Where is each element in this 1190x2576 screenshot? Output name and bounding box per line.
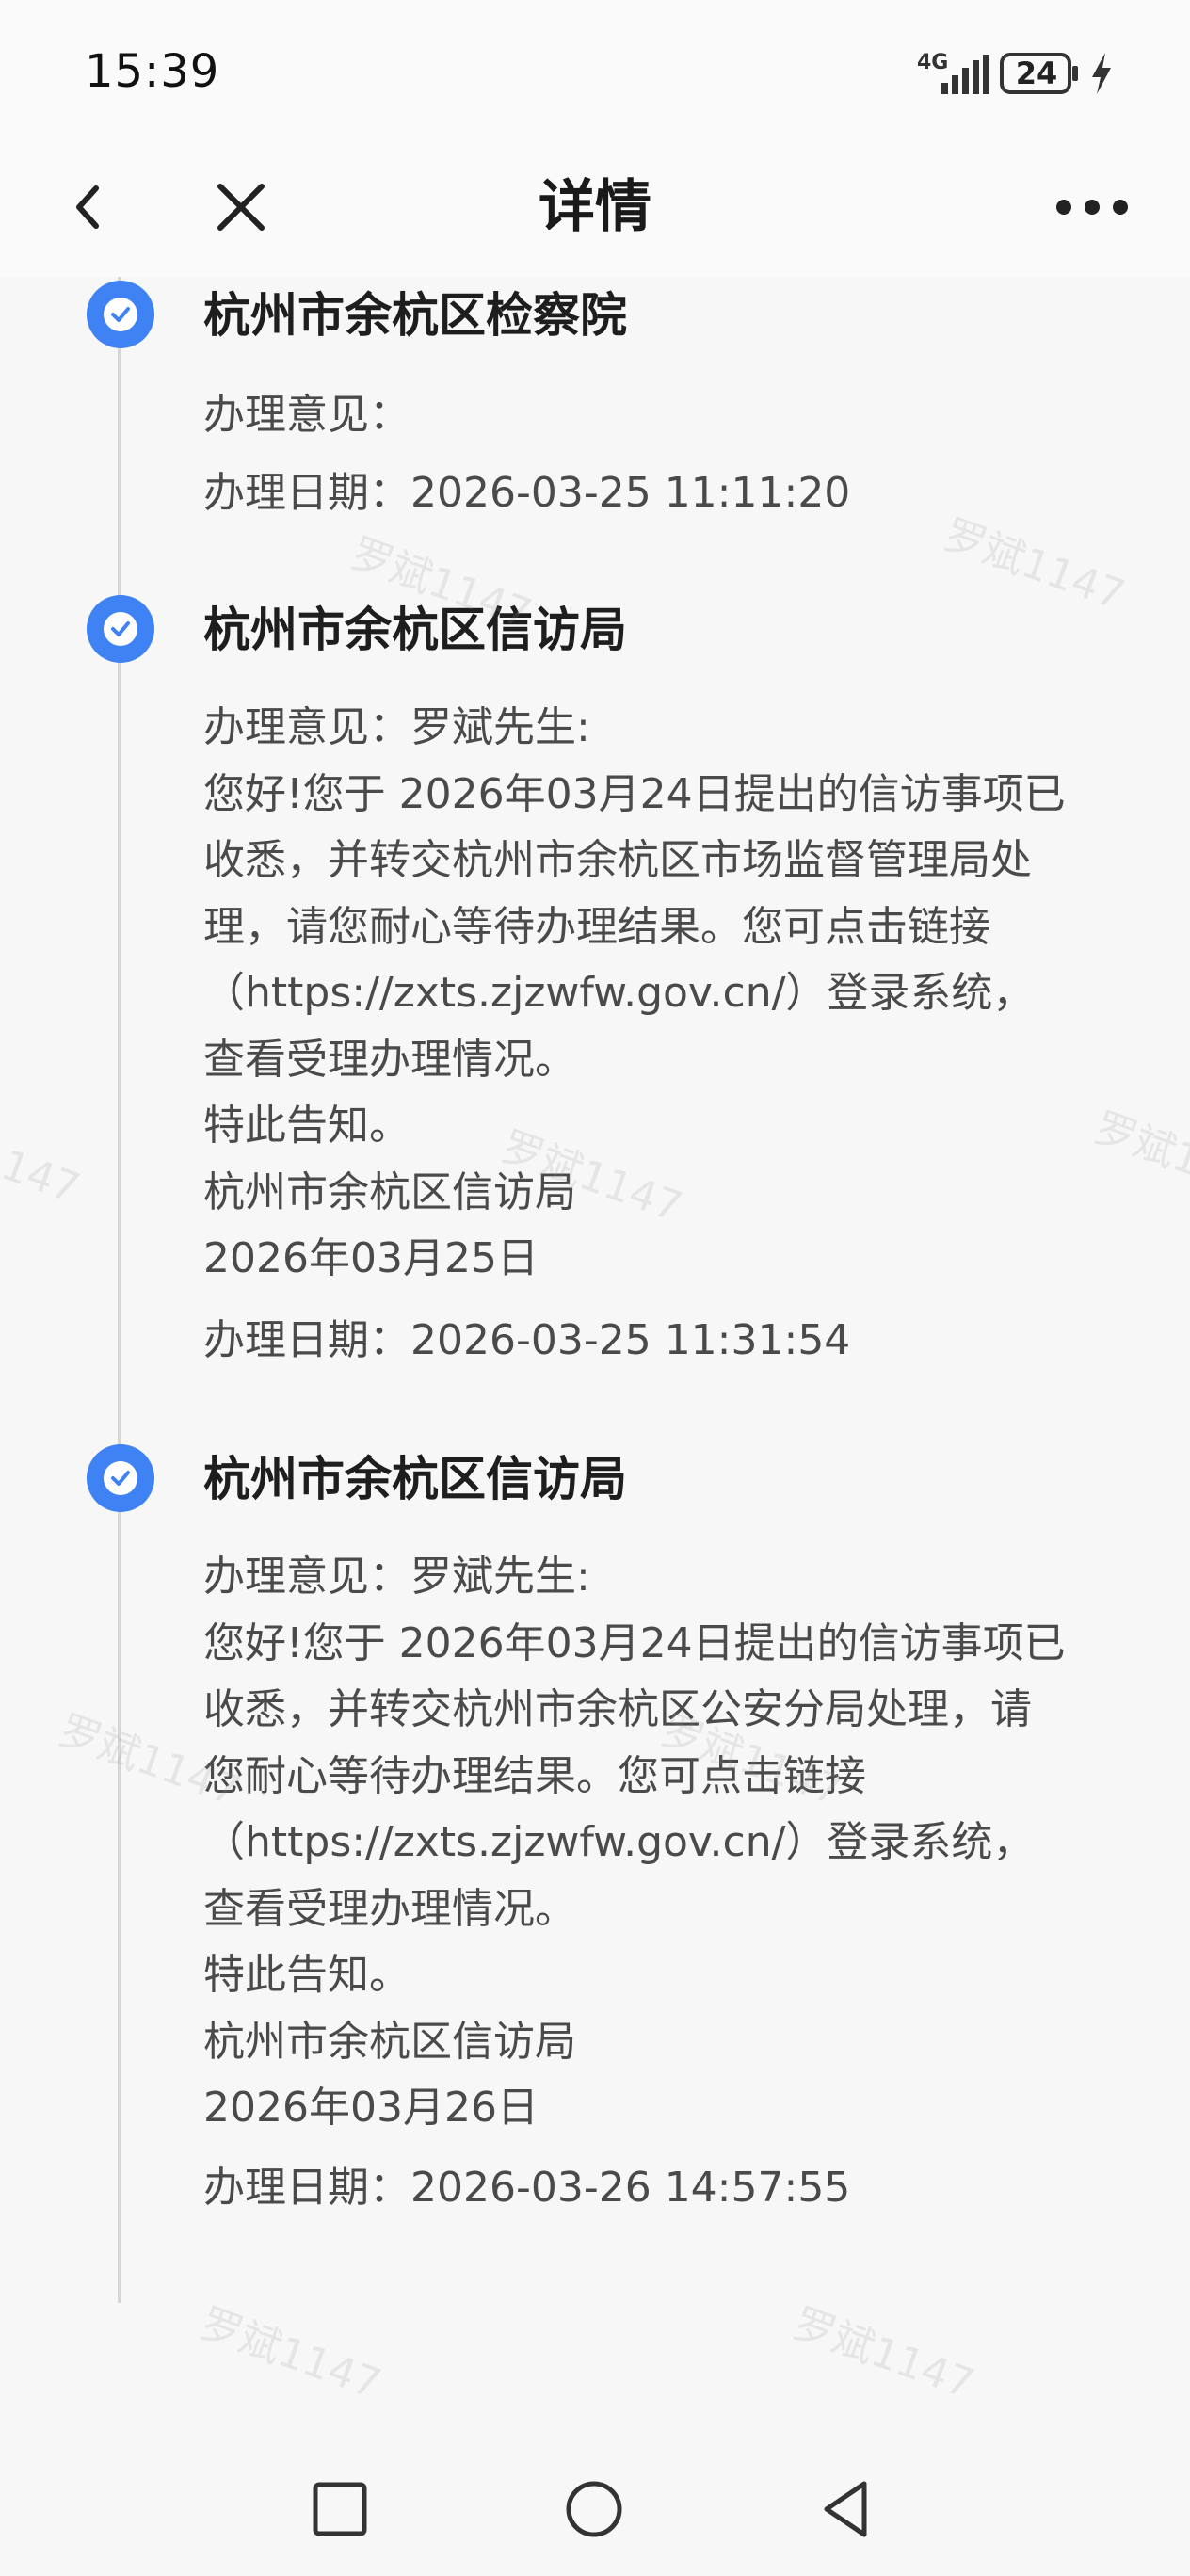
entry-opinion: 办理意见：罗斌先生: 您好!您于 2026年03月24日提出的信访事项已 收悉，… bbox=[203, 695, 1145, 1293]
opinion-line: 理，请您耐心等待办理结果。您可点击链接 bbox=[203, 902, 990, 951]
opinion-line: 收悉，并转交杭州市余杭区公安分局处理，请 bbox=[203, 1685, 1032, 1733]
watermark: 罗斌1147 bbox=[937, 510, 1132, 620]
opinion-line: （https://zxts.zjzwfw.gov.cn/）登录系统， bbox=[203, 1818, 1035, 1866]
watermark: 罗斌1147 bbox=[0, 1103, 87, 1214]
more-icon[interactable] bbox=[1045, 169, 1139, 245]
status-bar: 15:39 4G 24 bbox=[0, 0, 1190, 141]
watermark: 罗斌1147 bbox=[193, 2299, 388, 2409]
back-triangle-icon[interactable] bbox=[815, 2476, 877, 2542]
opinion-line: 查看受理办理情况。 bbox=[203, 1035, 576, 1084]
app-bar: 详情 bbox=[0, 141, 1190, 278]
opinion-line: 收悉，并转交杭州市余杭区市场监督管理局处 bbox=[203, 836, 1032, 884]
entry-date: 办理日期：2026-03-25 11:31:54 bbox=[203, 1316, 851, 1364]
opinion-line: 您好!您于 2026年03月24日提出的信访事项已 bbox=[203, 1618, 1066, 1667]
opinion-line: 办理意见：罗斌先生: bbox=[203, 703, 590, 751]
timeline-content[interactable]: 杭州市余杭区检察院 办理意见： 办理日期：2026-03-25 11:11:20… bbox=[0, 277, 1190, 2442]
timeline-line bbox=[118, 277, 121, 2303]
opinion-line: （https://zxts.zjzwfw.gov.cn/）登录系统， bbox=[203, 969, 1035, 1017]
opinion-line: 办理意见：罗斌先生: bbox=[203, 1553, 590, 1601]
opinion-line: 2026年03月26日 bbox=[203, 2084, 539, 2132]
entry-org-name: 杭州市余杭区信访局 bbox=[203, 603, 627, 657]
page-title: 详情 bbox=[539, 174, 651, 240]
entry-opinion: 办理意见： bbox=[203, 382, 1145, 449]
status-time: 15:39 bbox=[85, 45, 220, 98]
opinion-line: 杭州市余杭区信访局 bbox=[203, 2017, 576, 2066]
signal-icon bbox=[941, 55, 989, 94]
entry-org-name: 杭州市余杭区信访局 bbox=[203, 1452, 627, 1506]
entry-org-name: 杭州市余杭区检察院 bbox=[203, 288, 627, 343]
check-circle-icon bbox=[87, 1444, 154, 1512]
opinion-line: 查看受理办理情况。 bbox=[203, 1884, 576, 1933]
opinion-line: 您耐心等待办理结果。您可点击链接 bbox=[203, 1751, 866, 1800]
opinion-line: 办理意见： bbox=[203, 391, 410, 439]
opinion-line: 2026年03月25日 bbox=[203, 1234, 539, 1282]
entry-date: 办理日期：2026-03-26 14:57:55 bbox=[203, 2164, 851, 2212]
recent-apps-icon[interactable] bbox=[311, 2480, 369, 2538]
opinion-line: 您好!您于 2026年03月24日提出的信访事项已 bbox=[203, 769, 1066, 818]
entry-opinion: 办理意见：罗斌先生: 您好!您于 2026年03月24日提出的信访事项已 收悉，… bbox=[203, 1544, 1145, 2142]
battery-level: 24 bbox=[1015, 56, 1058, 91]
opinion-line: 特此告知。 bbox=[203, 1102, 410, 1150]
check-circle-icon bbox=[87, 595, 154, 663]
opinion-line: 杭州市余杭区信访局 bbox=[203, 1167, 576, 1216]
system-nav-bar bbox=[0, 2442, 1190, 2576]
home-icon[interactable] bbox=[563, 2478, 625, 2540]
opinion-line: 特此告知。 bbox=[203, 1951, 410, 1999]
charging-icon bbox=[1092, 53, 1111, 94]
check-circle-icon bbox=[87, 281, 154, 348]
watermark: 罗斌1147 bbox=[786, 2299, 981, 2409]
entry-date: 办理日期：2026-03-25 11:11:20 bbox=[203, 469, 851, 517]
battery-icon: 24 bbox=[1000, 51, 1081, 96]
